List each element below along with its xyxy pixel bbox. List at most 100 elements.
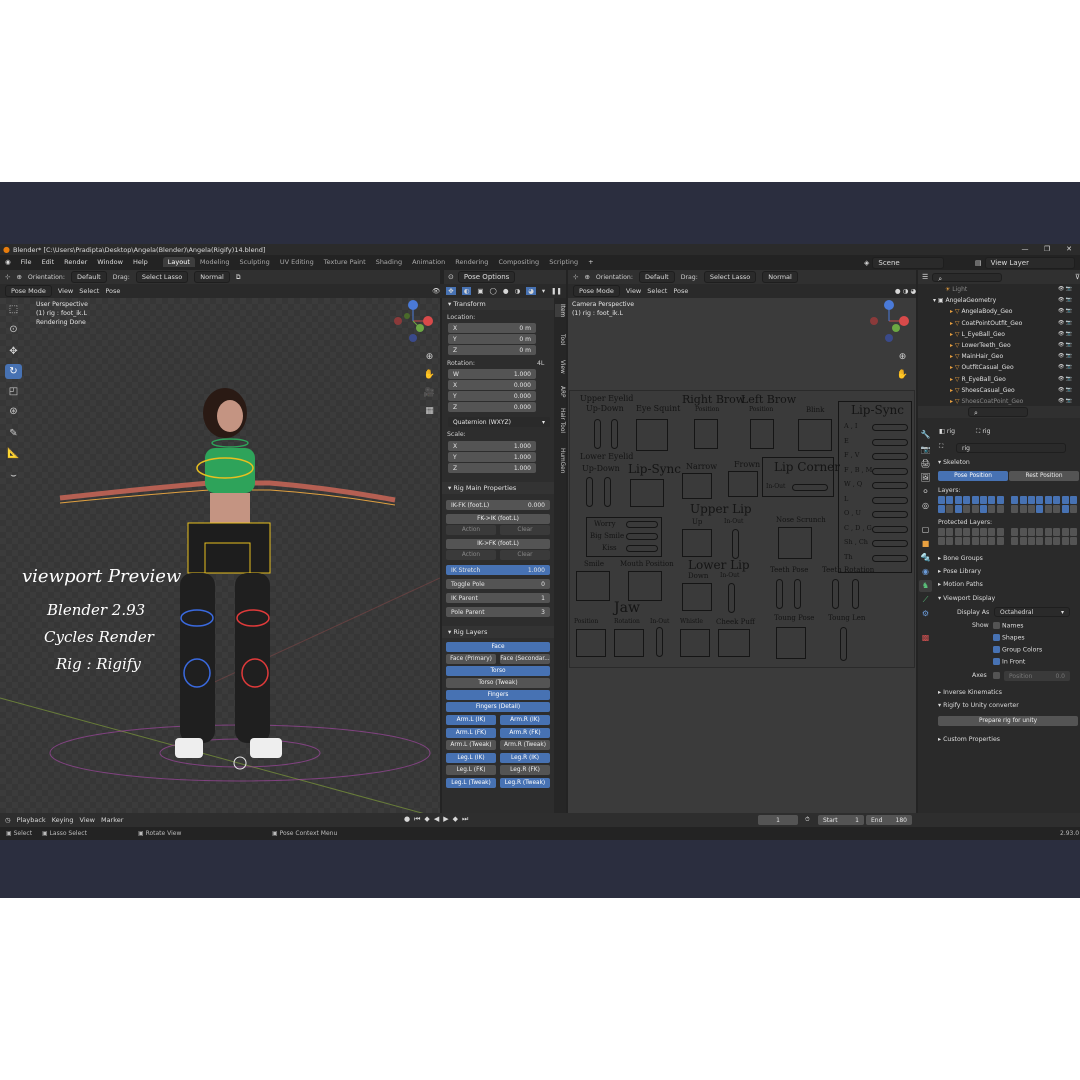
editor-type-icon[interactable]: ⊹ <box>5 273 10 281</box>
tool-properties-icon[interactable]: 🔧 <box>919 429 932 441</box>
tab-layout[interactable]: Layout <box>162 256 195 267</box>
layer-toggle[interactable] <box>1053 496 1061 504</box>
rig-layer-pair-left[interactable]: Arm.L (Tweak) <box>446 740 496 750</box>
layer-toggle[interactable] <box>996 528 1004 536</box>
layer-toggle[interactable] <box>1053 537 1061 545</box>
scale-z[interactable]: 1.000 <box>457 465 531 472</box>
ortho-toggle-icon[interactable]: ▦ <box>422 404 437 419</box>
proportional-icon[interactable]: ⊙ <box>448 273 454 281</box>
location-y[interactable]: 0 m <box>457 336 531 343</box>
names-checkbox[interactable]: Names <box>993 622 1023 630</box>
layer-toggle[interactable] <box>1061 505 1069 513</box>
jump-end-icon[interactable]: ⏭ <box>462 815 468 824</box>
rig-layer-torso-tweak[interactable]: Torso (Tweak) <box>446 678 550 688</box>
layer-toggle[interactable] <box>938 528 945 536</box>
viseme-slider[interactable] <box>872 511 908 518</box>
pole-parent-field[interactable]: Pole Parent 3 <box>446 607 550 617</box>
layer-toggle[interactable] <box>938 505 945 513</box>
mouth-position-control[interactable] <box>628 571 662 601</box>
select-tool-icon[interactable]: ⬚ <box>5 302 22 317</box>
layer-toggle[interactable] <box>1019 528 1027 536</box>
layer-toggle[interactable] <box>1070 537 1077 545</box>
outliner-item[interactable]: ▸ ▽ AngelaBody_Geo <box>950 308 1012 315</box>
collection-properties-icon[interactable]: ▢ <box>919 524 932 536</box>
next-key-icon[interactable]: ◆ <box>453 815 458 824</box>
viseme-slider[interactable] <box>872 482 908 489</box>
visibility-icon[interactable]: 👁 <box>432 287 440 295</box>
kiss-slider[interactable] <box>626 545 658 552</box>
menu-window[interactable]: Window <box>92 258 128 266</box>
layer-toggle[interactable] <box>1011 505 1019 513</box>
transform-orientation-icon[interactable]: ⊕ <box>16 273 21 281</box>
toung-pose-control[interactable] <box>776 627 806 659</box>
layer-toggle[interactable] <box>1036 496 1044 504</box>
right-brow-control[interactable] <box>694 419 718 449</box>
rig-layers-header[interactable]: ▾ Rig Layers <box>442 626 554 638</box>
lower-lip-in-out-slider[interactable] <box>728 583 735 613</box>
minimize-icon[interactable]: — <box>1014 244 1036 255</box>
layer-toggle[interactable] <box>1061 528 1069 536</box>
cursor-tool-icon[interactable]: ⊙ <box>5 322 22 337</box>
rig-layer-face-secondary[interactable]: Face (Secondar... <box>500 654 550 664</box>
visibility-toggle-icon[interactable]: 👁 📷 <box>1058 286 1072 292</box>
tab-uv-editing[interactable]: UV Editing <box>275 257 319 267</box>
lower-eyelid-l-slider[interactable] <box>604 477 611 507</box>
fk-ik-action-button[interactable]: Action <box>446 525 496 535</box>
scale-x[interactable]: 1.000 <box>457 443 531 450</box>
lip-sync-control[interactable] <box>630 479 664 507</box>
layer-toggle[interactable] <box>963 496 971 504</box>
lower-eyelid-r-slider[interactable] <box>586 477 593 507</box>
lip-corner-slider[interactable] <box>792 484 828 491</box>
outliner-item[interactable]: ▸ ▽ OutfitCasual_Geo <box>950 364 1014 371</box>
record-icon[interactable]: ● <box>404 815 410 824</box>
teeth-rotation-slider-1[interactable] <box>832 579 839 609</box>
tab-hair-tool[interactable]: Hair Tool <box>555 408 565 433</box>
visibility-toggle-icon[interactable]: 👁 📷 <box>1058 387 1072 393</box>
layer-toggle[interactable] <box>988 496 996 504</box>
render-properties-icon[interactable]: 📷 <box>919 444 932 456</box>
eye-squint-control[interactable] <box>636 419 668 451</box>
gizmo-icon[interactable]: ✥ <box>446 287 456 295</box>
menu-keying[interactable]: Keying <box>52 816 74 824</box>
transform-orientation-icon-2[interactable]: ⊕ <box>584 273 589 281</box>
tab-modeling[interactable]: Modeling <box>195 257 235 267</box>
layer-toggle[interactable] <box>996 537 1004 545</box>
rotation-w[interactable]: 1.000 <box>459 371 531 378</box>
rig-layer-pair-right[interactable]: Arm.R (IK) <box>500 715 550 725</box>
custom-properties-header[interactable]: ▸ Custom Properties <box>938 736 1000 743</box>
rig-layer-face[interactable]: Face <box>446 642 550 652</box>
menu-help[interactable]: Help <box>128 258 153 266</box>
layer-toggle[interactable] <box>1053 505 1061 513</box>
current-frame-field[interactable]: 1 <box>758 815 798 825</box>
upper-eyelid-r-slider[interactable] <box>594 419 601 449</box>
modifier-properties-icon[interactable]: 🔩 <box>919 552 932 564</box>
ik-parent-field[interactable]: IK Parent 1 <box>446 593 550 603</box>
layer-toggle[interactable] <box>1044 505 1052 513</box>
layer-toggle[interactable] <box>1070 496 1077 504</box>
layer-toggle[interactable] <box>1036 537 1044 545</box>
bone-constraint-icon[interactable]: ⚙ <box>919 608 932 620</box>
menu-view-2[interactable]: View <box>626 287 641 295</box>
tab-view[interactable]: View <box>555 360 565 374</box>
outliner-item[interactable]: ☀ Light <box>945 286 967 293</box>
frown-control[interactable] <box>728 471 758 497</box>
fk-ik-clear-button[interactable]: Clear <box>500 525 550 535</box>
upper-lip-in-out-slider[interactable] <box>732 529 739 559</box>
viseme-slider[interactable] <box>872 453 908 460</box>
rig-layer-pair-right[interactable]: Arm.R (Tweak) <box>500 740 550 750</box>
physics-properties-icon[interactable]: ◉ <box>919 566 932 578</box>
shading-solid-icon-2[interactable]: ● ◑ ◕ <box>895 287 916 295</box>
close-icon[interactable]: ✕ <box>1058 244 1080 255</box>
tab-tool[interactable]: Tool <box>555 334 565 345</box>
pivot-dropdown[interactable]: Normal <box>194 271 230 283</box>
pause-render-icon[interactable]: ❚❚ <box>551 287 562 295</box>
transform-header[interactable]: ▾ Transform <box>442 298 554 310</box>
shading-options-icon[interactable]: ▾ <box>542 287 545 295</box>
fk-to-ik-button[interactable]: FK->IK (foot.L) <box>446 514 550 524</box>
worry-slider[interactable] <box>626 521 658 528</box>
rotate-tool-icon[interactable]: ↻ <box>5 364 22 379</box>
upper-lip-control[interactable] <box>682 529 712 557</box>
lower-lip-control[interactable] <box>682 583 712 611</box>
outliner-item[interactable]: ▸ ▽ ShoesCoatPoint_Geo <box>950 398 1023 405</box>
menu-marker[interactable]: Marker <box>101 816 123 824</box>
